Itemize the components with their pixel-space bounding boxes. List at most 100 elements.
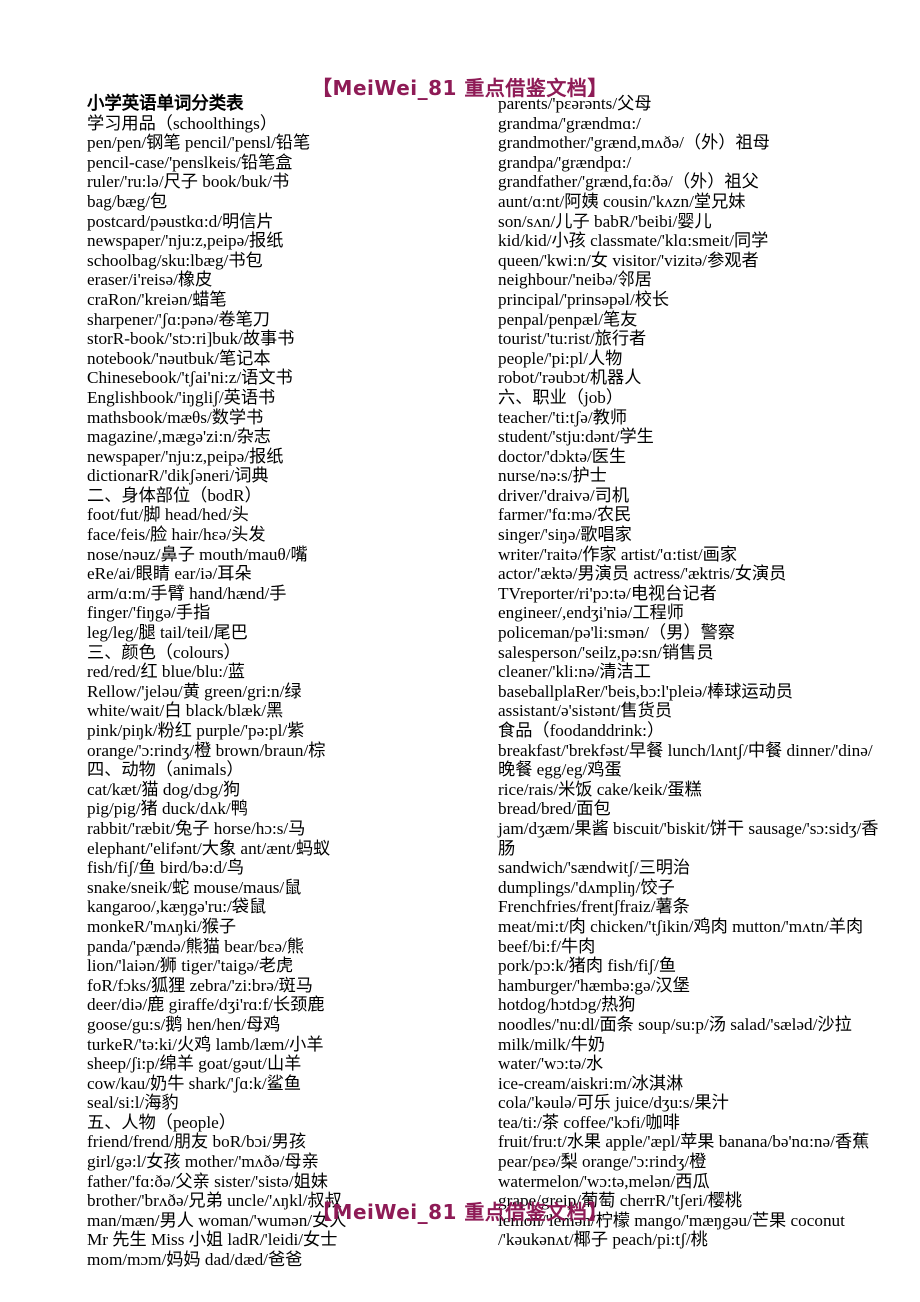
entry-line: mom/mɔm/妈妈 dad/dæd/爸爸 bbox=[87, 1250, 303, 1270]
entry-line: ice-cream/aiskri:m/冰淇淋 bbox=[498, 1073, 684, 1093]
page-title: 小学英语单词分类表 bbox=[87, 93, 244, 113]
entry-line: grandpa/'grændpɑ:/ bbox=[498, 152, 632, 172]
entry-line: cleaner/'kli:nə/清洁工 bbox=[498, 662, 651, 682]
entry-line: engineer/,endʒi'niə/工程师 bbox=[498, 603, 684, 623]
entry-line: parents/'pɛərənts/父母 bbox=[498, 94, 652, 113]
entry-line: nurse/nə:s/护士 bbox=[498, 466, 607, 486]
entry-line: craRon/'kreiən/蜡笔 bbox=[87, 289, 227, 309]
entry-line: tea/ti:/茶 coffee/'kɔfi/咖啡 bbox=[498, 1112, 680, 1132]
left-column: 小学英语单词分类表 学习用品（schoolthings） pen/pen/钢笔 … bbox=[87, 93, 477, 1270]
entry-line: cat/kæt/猫 dog/dɔg/狗 bbox=[87, 779, 241, 799]
section-heading-schoolthings: 学习用品（schoolthings） bbox=[87, 113, 278, 133]
entry-line: policeman/pə'li:smən/（男）警察 bbox=[498, 623, 735, 643]
entry-line: tourist/'tu:rist/旅行者 bbox=[498, 329, 647, 349]
entry-line: doctor/'dɔktə/医生 bbox=[498, 446, 627, 466]
entry-line: snake/sneik/蛇 mouse/maus/鼠 bbox=[87, 877, 302, 897]
entry-line: pork/pɔ:k/猪肉 fish/fiʃ/鱼 bbox=[498, 956, 677, 976]
entry-line: white/wait/白 black/blæk/黑 bbox=[87, 701, 284, 721]
section-heading-body: 二、身体部位（bodR） bbox=[87, 485, 262, 505]
entry-line: dictionarR/'dikʃəneri/词典 bbox=[87, 466, 269, 486]
entry-line: nose/nəuz/鼻子 mouth/mauθ/嘴 bbox=[87, 544, 308, 564]
entry-line: eraser/i'reisə/橡皮 bbox=[87, 270, 213, 290]
document-page: 【MeiWei_81 重点借鉴文档】 小学英语单词分类表 学习用品（school… bbox=[0, 0, 920, 1302]
entry-line: water/'wɔ:tə/水 bbox=[498, 1054, 604, 1074]
entry-line: pencil-case/'penslkeis/铅笔盒 bbox=[87, 152, 293, 172]
entry-line: elephant/'elifənt/大象 ant/ænt/蚂蚁 bbox=[87, 838, 331, 858]
entry-line: singer/'siŋə/歌唱家 bbox=[498, 525, 632, 545]
entry-line: son/sʌn/儿子 babR/'beibi/婴儿 bbox=[498, 211, 712, 231]
entry-line: jam/dʒæm/果酱 biscuit/'biskit/饼干 sausage/'… bbox=[498, 818, 879, 858]
entry-line: neighbour/'neibə/邻居 bbox=[498, 270, 652, 290]
section-heading-colours: 三、颜色（colours） bbox=[87, 642, 241, 662]
entry-line: newspaper/'nju:z,peipə/报纸 bbox=[87, 446, 284, 466]
entry-line: rabbit/'ræbit/兔子 horse/hɔ:s/马 bbox=[87, 818, 306, 838]
entry-line: red/red/红 blue/blu:/蓝 bbox=[87, 662, 245, 682]
entry-line: people/'pi:pl/人物 bbox=[498, 348, 623, 368]
entry-line: actor/'æktə/男演员 actress/'æktris/女演员 bbox=[498, 564, 787, 584]
entry-line: magazine/,mægə'zi:n/杂志 bbox=[87, 427, 271, 447]
entry-line: orange/'ɔ:rindʒ/橙 brown/braun/棕 bbox=[87, 740, 326, 760]
entry-line: finger/'fiŋgə/手指 bbox=[87, 603, 211, 623]
entry-line: Rellow/'jeləu/黄 green/gri:n/绿 bbox=[87, 681, 302, 701]
entry-line: hamburger/'hæmbə:gə/汉堡 bbox=[498, 975, 690, 995]
entry-line: bag/bæg/包 bbox=[87, 191, 168, 211]
entry-line: goose/gu:s/鹅 hen/hen/母鸡 bbox=[87, 1014, 281, 1034]
entry-line: assistant/ə'sistənt/售货员 bbox=[498, 701, 673, 721]
entry-line: lion/'laiən/狮 tiger/'taigə/老虎 bbox=[87, 956, 294, 976]
entry-line: queen/'kwi:n/女 visitor/'vizitə/参观者 bbox=[498, 250, 759, 270]
entry-line: schoolbag/sku:lbæg/书包 bbox=[87, 250, 263, 270]
entry-line: sharpener/'ʃɑ:pənə/卷笔刀 bbox=[87, 309, 270, 329]
entry-line: girl/gə:l/女孩 mother/'mʌðə/母亲 bbox=[87, 1152, 319, 1172]
entry-line: dumplings/'dʌmpliŋ/饺子 bbox=[498, 877, 675, 897]
entry-line: penpal/penpæl/笔友 bbox=[498, 309, 638, 329]
entry-line: salesperson/'seilz,pə:sn/销售员 bbox=[498, 642, 714, 662]
entry-line: kangaroo/,kæŋgə'ru:/袋鼠 bbox=[87, 897, 267, 917]
entry-line: foot/fut/脚 head/hed/头 bbox=[87, 505, 249, 525]
watermark-footer: 【MeiWei_81 重点借鉴文档】 bbox=[312, 1200, 608, 1224]
entry-line: student/'stju:dənt/学生 bbox=[498, 427, 654, 447]
entry-line: writer/'raitə/作家 artist/'ɑ:tist/画家 bbox=[498, 544, 738, 564]
entry-line: fish/fiʃ/鱼 bird/bə:d/鸟 bbox=[87, 858, 245, 878]
entry-line: aunt/ɑ:nt/阿姨 cousin/'kʌzn/堂兄妹 bbox=[498, 191, 746, 211]
entry-line: teacher/'ti:tʃə/教师 bbox=[498, 407, 628, 427]
entry-line: sheep/ʃi:p/绵羊 goat/gəut/山羊 bbox=[87, 1054, 302, 1074]
entry-line: pear/pɛə/梨 orange/'ɔ:rindʒ/橙 watermelon/… bbox=[498, 1152, 711, 1191]
entry-line: arm/ɑ:m/手臂 hand/hænd/手 bbox=[87, 583, 287, 603]
entry-line: leg/leg/腿 tail/teil/尾巴 bbox=[87, 623, 248, 643]
entry-line: sandwich/'sændwitʃ/三明治 bbox=[498, 858, 691, 878]
section-heading-food: 食品（foodanddrink:） bbox=[498, 721, 665, 740]
entry-line: notebook/'nəutbuk/笔记本 bbox=[87, 348, 271, 368]
entry-line: friend/frend/朋友 boR/bɔi/男孩 bbox=[87, 1132, 307, 1152]
entry-line: pink/piŋk/粉红 purple/'pə:pl/紫 bbox=[87, 721, 305, 740]
entry-line: Frenchfries/frentʃfraiz/薯条 bbox=[498, 897, 690, 917]
entry-line: bread/bred/面包 bbox=[498, 799, 611, 819]
entry-line: mathsbook/mæθs/数学书 bbox=[87, 407, 264, 427]
section-heading-job: 六、职业（job） bbox=[498, 387, 624, 407]
entry-line: cola/'kəulə/可乐 juice/dʒu:s/果汁 bbox=[498, 1093, 729, 1113]
section-heading-animals: 四、动物（animals） bbox=[87, 760, 244, 780]
entry-line: ruler/'ru:lə/尺子 book/buk/书 bbox=[87, 172, 290, 192]
right-column: parents/'pɛərənts/父母 grandma/'grændmɑ:/ … bbox=[498, 94, 886, 1250]
entry-line: meat/mi:t/肉 chicken/'tʃikin/鸡肉 mutton/'m… bbox=[498, 916, 868, 956]
entry-line: robot/'rəubɔt/机器人 bbox=[498, 368, 642, 388]
entry-line: eRe/ai/眼睛 ear/iə/耳朵 bbox=[87, 564, 252, 584]
entry-line: foR/fɔks/狐狸 zebra/'zi:brə/斑马 bbox=[87, 975, 313, 995]
entry-line: rice/rais/米饭 cake/keik/蛋糕 bbox=[498, 779, 702, 799]
entry-line: Chinesebook/'tʃai'ni:z/语文书 bbox=[87, 368, 293, 388]
entry-line: breakfast/'brekfəst/早餐 lunch/lʌntʃ/中餐 di… bbox=[498, 740, 873, 780]
entry-line: pen/pen/钢笔 pencil/'pensl/铅笔 bbox=[87, 133, 311, 153]
entry-line: driver/'draivə/司机 bbox=[498, 485, 630, 505]
entry-line: principal/'prinsəpəl/校长 bbox=[498, 289, 670, 309]
entry-line: grandmother/'grænd,mʌðə/（外）祖母 bbox=[498, 133, 770, 153]
entry-line: newspaper/'nju:z,peipə/报纸 bbox=[87, 231, 284, 251]
entry-line: farmer/'fɑ:mə/农民 bbox=[498, 505, 632, 525]
entry-line: panda/'pændə/熊猫 bear/bɛə/熊 bbox=[87, 936, 304, 956]
entry-line: kid/kid/小孩 classmate/'klɑ:smeit/同学 bbox=[498, 231, 769, 251]
entry-line: Englishbook/'iŋgliʃ/英语书 bbox=[87, 387, 276, 407]
entry-line: fruit/fru:t/水果 apple/'æpl/苹果 banana/bə'n… bbox=[498, 1132, 870, 1152]
entry-line: noodles/'nu:dl/面条 soup/su:p/汤 salad/'sæl… bbox=[498, 1014, 857, 1054]
entry-line: face/feis/脸 hair/hɛə/头发 bbox=[87, 525, 266, 545]
entry-line: seal/si:l/海豹 bbox=[87, 1093, 179, 1113]
entry-line: Mr 先生 Miss 小姐 ladR/'leidi/女士 bbox=[87, 1230, 338, 1250]
entry-line: storR-book/'stɔ:ri]buk/故事书 bbox=[87, 329, 295, 349]
